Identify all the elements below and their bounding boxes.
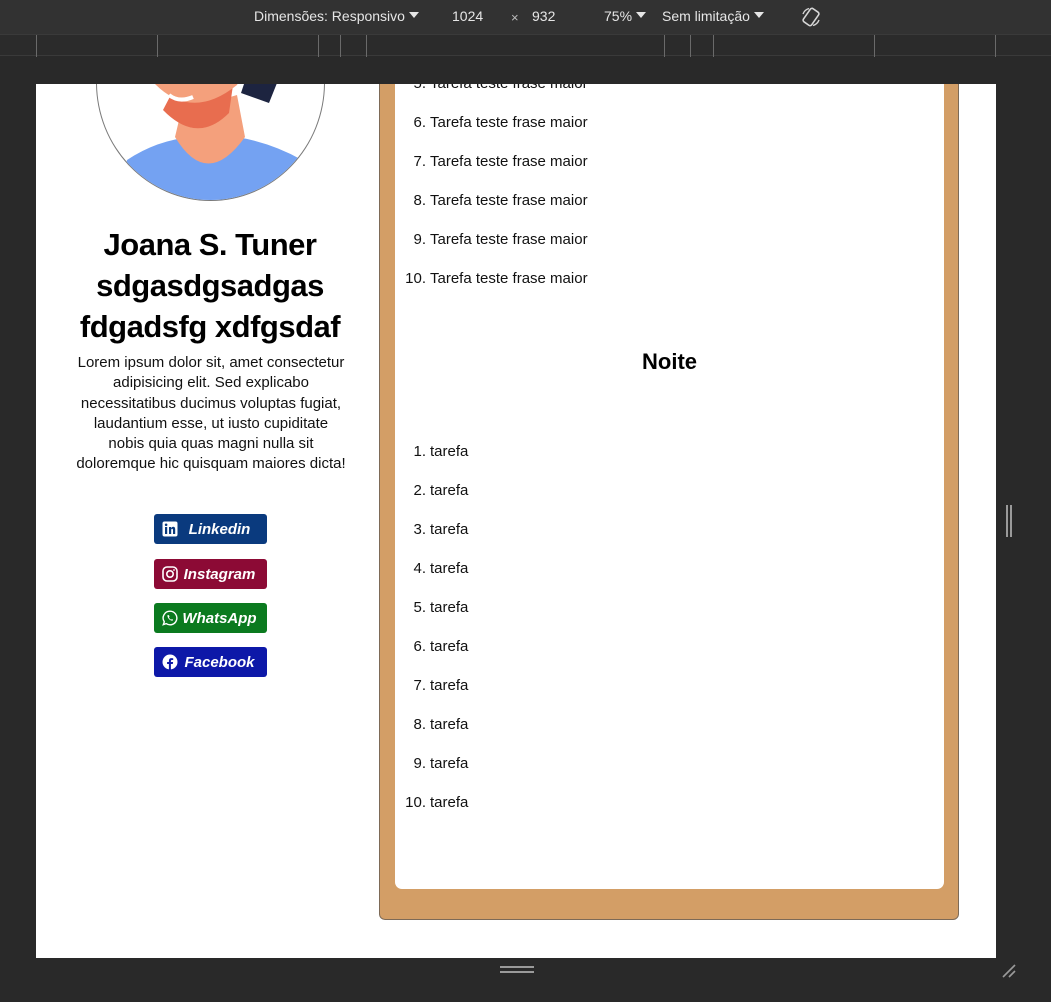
list-item-text: tarefa	[430, 677, 469, 694]
list-item-text: tarefa	[430, 443, 469, 460]
page-viewport: Joana S. Tuner sdgasdgsadgas fdgadsfg xd…	[36, 84, 996, 958]
list-item-number: 10.	[405, 270, 426, 287]
list-item-text: Tarefa teste frase maior	[430, 114, 588, 131]
mq-tick[interactable]	[874, 35, 875, 57]
caret-down-icon	[753, 12, 764, 19]
height-input[interactable]: 932	[532, 8, 555, 24]
night-section-title: Noite	[642, 349, 697, 374]
list-item: 9. Tarefa teste frase maior	[392, 231, 588, 248]
list-item-text: tarefa	[430, 638, 469, 655]
list-item: 5. tarefa	[392, 599, 468, 616]
mq-tick[interactable]	[340, 35, 341, 57]
device-toolbar: Dimensões: Responsivo 1024 × 932 75% Sem…	[0, 0, 1051, 34]
facebook-icon	[162, 654, 178, 670]
avatar	[96, 84, 325, 201]
whatsapp-icon	[162, 610, 178, 626]
list-item: 4. tarefa	[392, 560, 468, 577]
list-item-text: tarefa	[430, 599, 469, 616]
list-item-text: Tarefa teste frase maior	[430, 231, 588, 248]
avatar-illustration	[117, 84, 312, 200]
dimensions-label: Dimensões: Responsivo	[254, 8, 405, 24]
profile-bio: Lorem ipsum dolor sit, amet consectetur …	[76, 354, 346, 473]
linkedin-label: Linkedin	[188, 520, 251, 538]
linkedin-button[interactable]: Linkedin	[154, 514, 267, 544]
throttle-label: Sem limitação	[662, 8, 750, 24]
mq-tick[interactable]	[690, 35, 691, 57]
list-item: 10. Tarefa teste frase maior	[392, 270, 588, 287]
list-item-number: 9.	[413, 231, 426, 248]
mq-tick[interactable]	[366, 35, 367, 57]
caret-down-icon	[408, 12, 419, 19]
list-item: 2. tarefa	[392, 482, 468, 499]
zoom-label: 75%	[604, 8, 633, 24]
zoom-dropdown[interactable]: 75%	[604, 8, 647, 24]
whatsapp-button[interactable]: WhatsApp	[154, 603, 267, 633]
list-item-number: 5.	[413, 599, 426, 616]
instagram-icon	[162, 566, 178, 582]
instagram-button[interactable]: Instagram	[154, 559, 267, 589]
facebook-button[interactable]: Facebook	[154, 647, 267, 677]
list-item: 8. Tarefa teste frase maior	[392, 192, 588, 209]
list-item-number: 7.	[413, 153, 426, 170]
mq-tick[interactable]	[36, 35, 37, 57]
media-query-bar	[0, 34, 1051, 57]
list-item: 9. tarefa	[392, 755, 468, 772]
resize-handle-bottom[interactable]	[500, 966, 534, 974]
resize-handle-right[interactable]	[1006, 505, 1012, 537]
list-item-text: Tarefa teste frase maior	[430, 270, 588, 287]
list-item: 10. tarefa	[392, 794, 468, 811]
list-item-text: tarefa	[430, 755, 469, 772]
list-item-text: tarefa	[430, 560, 469, 577]
list-item-number: 6.	[413, 638, 426, 655]
list-item-text: tarefa	[430, 716, 469, 733]
mq-tick[interactable]	[713, 35, 714, 57]
list-item-number: 2.	[413, 482, 426, 499]
times-icon: ×	[511, 10, 519, 25]
list-item-text: tarefa	[430, 482, 469, 499]
list-item: 7. tarefa	[392, 677, 468, 694]
width-input[interactable]: 1024	[452, 8, 483, 24]
list-item-number: 3.	[413, 521, 426, 538]
list-item-number: 8.	[413, 192, 426, 209]
list-item: 3. tarefa	[392, 521, 468, 538]
list-item-number: 1.	[413, 443, 426, 460]
list-item-number: 6.	[413, 114, 426, 131]
list-item-text: Tarefa teste frase maior	[430, 192, 588, 209]
list-item: 5. Tarefa teste frase maior	[392, 84, 588, 92]
tasks-paper: 5.Tarefa teste frase maior6.Tarefa teste…	[395, 84, 944, 889]
mq-tick[interactable]	[318, 35, 319, 57]
mq-tick[interactable]	[995, 35, 996, 57]
list-item: 7. Tarefa teste frase maior	[392, 153, 588, 170]
facebook-label: Facebook	[184, 653, 255, 671]
list-item: 1. tarefa	[392, 443, 468, 460]
list-item: 8. tarefa	[392, 716, 468, 733]
list-item-number: 5.	[392, 84, 426, 92]
list-item-text: Tarefa teste frase maior	[430, 153, 588, 170]
list-item-number: 8.	[413, 716, 426, 733]
whatsapp-label: WhatsApp	[182, 609, 257, 627]
profile-name: Joana S. Tuner sdgasdgsadgas fdgadsfg xd…	[79, 227, 341, 344]
list-item-text: Tarefa teste frase maior	[430, 84, 588, 92]
tasks-board: 5.Tarefa teste frase maior6.Tarefa teste…	[379, 84, 959, 920]
throttle-dropdown[interactable]: Sem limitação	[662, 8, 764, 24]
list-item: 6. tarefa	[392, 638, 468, 655]
list-item-number: 4.	[413, 560, 426, 577]
linkedin-icon	[162, 521, 178, 537]
list-item-number: 10.	[405, 794, 426, 811]
resize-corner-icon[interactable]	[1000, 962, 1018, 980]
list-item-number: 9.	[413, 755, 426, 772]
mq-tick[interactable]	[664, 35, 665, 57]
list-item-text: tarefa	[430, 794, 469, 811]
list-item-number: 7.	[413, 677, 426, 694]
dimensions-dropdown[interactable]: Dimensões: Responsivo	[254, 8, 419, 24]
list-item-text: tarefa	[430, 521, 469, 538]
mq-tick[interactable]	[157, 35, 158, 57]
caret-down-icon	[636, 12, 647, 19]
rotate-icon[interactable]	[800, 6, 822, 28]
list-item: 6. Tarefa teste frase maior	[392, 114, 588, 131]
instagram-label: Instagram	[183, 565, 256, 583]
